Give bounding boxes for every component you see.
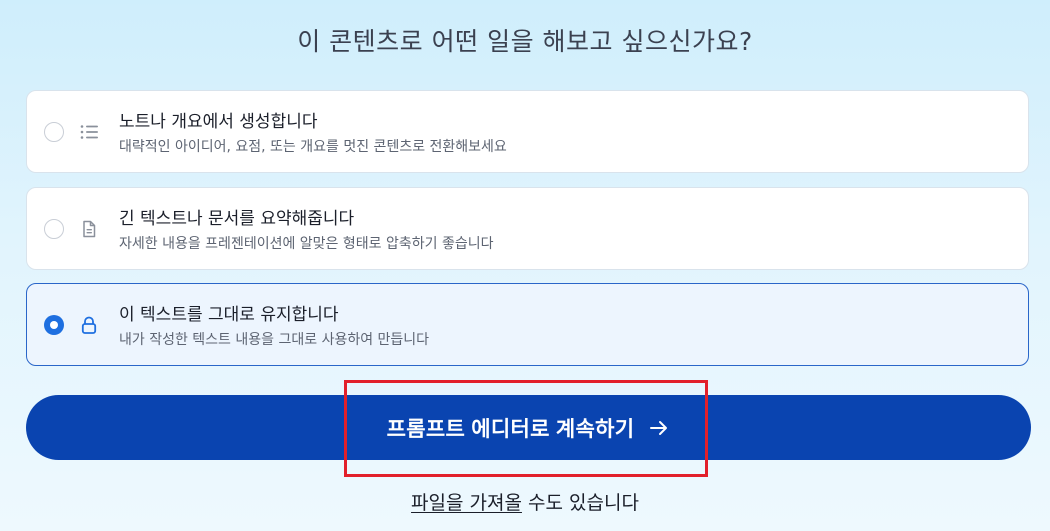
footer-rest: 수도 있습니다	[521, 492, 639, 514]
option-title: 이 텍스트를 그대로 유지합니다	[119, 305, 339, 325]
option-summarize-text[interactable]: 긴 텍스트나 문서를 요약해줍니다 자세한 내용을 프레젠테이션에 알맞은 형태…	[26, 187, 1029, 270]
option-title: 노트나 개요에서 생성합니다	[119, 112, 318, 132]
option-subtitle: 대략적인 아이디어, 요점, 또는 개요를 멋진 콘텐츠로 전환해보세요	[119, 139, 507, 155]
page-title: 이 콘텐츠로 어떤 일을 해보고 싶으신가요?	[297, 27, 753, 56]
list-icon	[80, 125, 98, 139]
import-file-link[interactable]: 파일을 가져올	[411, 492, 522, 514]
continue-to-prompt-editor-button[interactable]: 프롬프트 에디터로 계속하기	[26, 395, 1031, 460]
option-generate-from-notes[interactable]: 노트나 개요에서 생성합니다 대략적인 아이디어, 요점, 또는 개요를 멋진 …	[26, 90, 1029, 173]
radio-button[interactable]	[44, 122, 64, 142]
option-subtitle: 내가 작성한 텍스트 내용을 그대로 사용하여 만듭니다	[119, 332, 430, 348]
radio-button[interactable]	[44, 219, 64, 239]
footer-text: 파일을 가져올 수도 있습니다	[0, 488, 1050, 515]
lock-icon	[81, 316, 97, 334]
document-icon	[83, 220, 96, 238]
option-title: 긴 텍스트나 문서를 요약해줍니다	[119, 209, 355, 229]
option-subtitle: 자세한 내용을 프레젠테이션에 알맞은 형태로 압축하기 좋습니다	[119, 236, 494, 252]
radio-button-selected[interactable]	[44, 315, 64, 335]
continue-button-label: 프롬프트 에디터로 계속하기	[386, 417, 635, 441]
arrow-right-icon	[650, 420, 668, 435]
option-keep-text[interactable]: 이 텍스트를 그대로 유지합니다 내가 작성한 텍스트 내용을 그대로 사용하여…	[26, 283, 1029, 366]
